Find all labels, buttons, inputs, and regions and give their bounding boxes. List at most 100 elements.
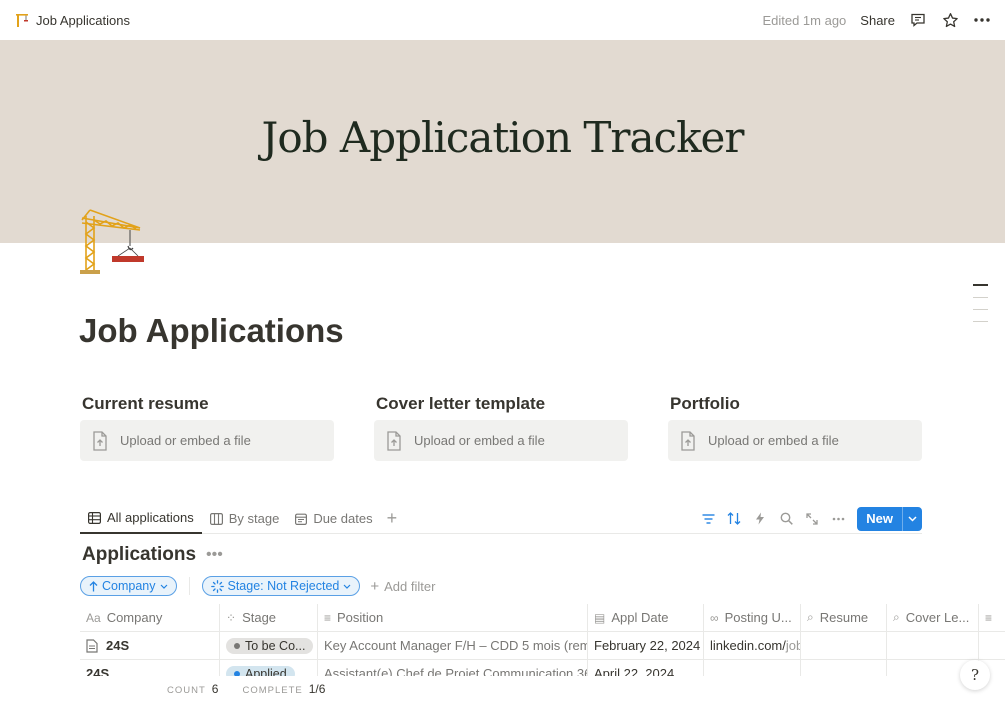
chevron-down-icon[interactable]: [902, 506, 922, 531]
count-value: 6: [211, 681, 219, 696]
company-cell[interactable]: 24S: [80, 660, 220, 676]
stage-filter-chip[interactable]: Stage: Not Rejected: [201, 576, 361, 596]
tab-due-dates[interactable]: Due dates: [287, 504, 380, 534]
search-icon[interactable]: [779, 512, 793, 526]
database-more-icon[interactable]: •••: [206, 546, 223, 564]
file-block-title: Cover letter template: [376, 394, 546, 413]
table-row[interactable]: 24S Applied Assistant(e) Chef de Projet …: [80, 660, 1005, 676]
column-label: Cover Le...: [905, 610, 970, 625]
position-cell[interactable]: Assistant(e) Chef de Projet Communicatio…: [318, 660, 588, 676]
table-footer: COUNT 6 COMPLETE 1/6: [0, 676, 1005, 701]
cover-letter-cell[interactable]: [887, 632, 979, 659]
extra-cell[interactable]: [979, 632, 1005, 659]
topbar-actions: Edited 1m ago Share: [762, 11, 991, 29]
tab-label: By stage: [228, 511, 280, 526]
calendar-icon: ▤: [594, 610, 606, 625]
complete-label: COMPLETE: [242, 684, 303, 696]
column-header-posting-url[interactable]: ∞ Posting U...: [704, 604, 801, 631]
url-cell[interactable]: linkedin.com/job: [704, 632, 801, 659]
chip-divider: [188, 577, 190, 595]
more-icon[interactable]: [831, 512, 845, 526]
url-cell[interactable]: [704, 660, 801, 676]
column-label: Posting U...: [724, 610, 792, 625]
column-header-appl-date[interactable]: ▤ Appl Date: [588, 604, 704, 631]
view-tabs: All applications By stage Due dates + Ne…: [80, 504, 922, 534]
file-upload-icon: [681, 430, 695, 451]
column-header-stage[interactable]: ⁘ Stage: [220, 604, 318, 631]
column-header-cover-letter[interactable]: ⌕ Cover Le...: [887, 604, 979, 631]
status-icon: ⁘: [226, 610, 237, 625]
more-icon[interactable]: [973, 11, 991, 29]
stage-cell[interactable]: To be Co...: [220, 632, 318, 659]
company-name: 24S: [106, 638, 130, 653]
tab-label: Due dates: [313, 511, 373, 526]
date-cell[interactable]: April 22, 2024: [588, 660, 704, 676]
add-view-icon[interactable]: +: [381, 508, 404, 529]
status-icon: [210, 579, 224, 593]
file-block-portfolio: Portfolio Upload or embed a file: [668, 394, 922, 461]
complete-summary[interactable]: COMPLETE 1/6: [242, 682, 325, 696]
file-block-title: Portfolio: [670, 394, 740, 413]
add-filter-button[interactable]: + Add filter: [370, 578, 435, 595]
share-button[interactable]: Share: [860, 13, 895, 28]
upload-label: Upload or embed a file: [708, 433, 839, 448]
breadcrumb[interactable]: Job Applications: [14, 12, 130, 28]
page-cover[interactable]: Job Application Tracker: [0, 40, 1005, 243]
column-header-resume[interactable]: ⌕ Resume: [801, 604, 887, 631]
column-header-more[interactable]: ≡: [979, 604, 1005, 631]
crane-icon[interactable]: [78, 208, 148, 276]
upload-file-button[interactable]: Upload or embed a file: [668, 420, 922, 461]
upload-file-button[interactable]: Upload or embed a file: [80, 420, 334, 461]
count-label: COUNT: [167, 684, 206, 696]
upload-file-button[interactable]: Upload or embed a file: [374, 420, 628, 461]
resume-cell[interactable]: [801, 660, 887, 676]
automation-icon[interactable]: [753, 512, 767, 526]
resume-cell[interactable]: [801, 632, 887, 659]
tab-by-stage[interactable]: By stage: [202, 504, 288, 534]
table-header: Aa Company ⁘ Stage ≡ Position ▤ Appl Date ∞ P…: [80, 604, 1005, 632]
view-toolbar: New: [701, 504, 922, 534]
text-lines-icon: ≡: [985, 610, 993, 625]
status-badge: To be Co...: [226, 637, 314, 654]
file-blocks: Current resume Upload or embed a file Co…: [80, 394, 922, 461]
plus-icon: +: [370, 577, 380, 595]
filter-icon[interactable]: [701, 512, 715, 526]
column-header-company[interactable]: Aa Company: [80, 604, 220, 631]
new-record-button[interactable]: New: [857, 506, 922, 531]
comment-icon[interactable]: [909, 11, 927, 29]
chevron-down-icon: [343, 584, 351, 589]
tab-label: All applications: [107, 510, 194, 525]
stage-cell[interactable]: Applied: [220, 660, 318, 676]
upload-label: Upload or embed a file: [120, 433, 251, 448]
top-bar: Job Applications Edited 1m ago Share: [0, 0, 1005, 40]
status-label: To be Co...: [245, 638, 306, 653]
help-button[interactable]: ?: [960, 660, 990, 690]
file-block-title: Current resume: [82, 394, 209, 413]
position-cell[interactable]: Key Account Manager F/H – CDD 5 mois (re…: [318, 632, 588, 659]
count-summary[interactable]: COUNT 6: [167, 682, 218, 696]
column-header-position[interactable]: ≡ Position: [318, 604, 588, 631]
table-row[interactable]: 24S To be Co... Key Account Manager F/H …: [80, 632, 1005, 660]
applications-table: Aa Company ⁘ Stage ≡ Position ▤ Appl Date ∞ P…: [80, 604, 1005, 676]
expand-icon[interactable]: [805, 512, 819, 526]
status-badge: Applied: [226, 665, 295, 676]
star-icon[interactable]: [941, 11, 959, 29]
page-title[interactable]: Job Applications: [79, 312, 344, 350]
crane-icon: [16, 14, 28, 27]
date-cell[interactable]: February 22, 2024: [588, 632, 704, 659]
calendar-icon: [295, 513, 308, 525]
arrow-up-icon: [89, 580, 98, 591]
sort-chip[interactable]: Company: [80, 576, 177, 596]
company-cell[interactable]: 24S: [80, 632, 220, 659]
breadcrumb-label: Job Applications: [36, 12, 130, 28]
database-title-label: Applications: [82, 544, 197, 565]
tab-all-applications[interactable]: All applications: [80, 504, 202, 534]
page-outline[interactable]: [973, 284, 988, 322]
outline-mark: [973, 284, 988, 286]
sort-icon[interactable]: [727, 512, 741, 526]
page-icon: [86, 638, 98, 653]
cover-title: Job Application Tracker: [261, 113, 745, 162]
file-block-resume: Current resume Upload or embed a file: [80, 394, 334, 461]
board-icon: [209, 512, 223, 525]
database-title[interactable]: Applications •••: [82, 544, 223, 566]
